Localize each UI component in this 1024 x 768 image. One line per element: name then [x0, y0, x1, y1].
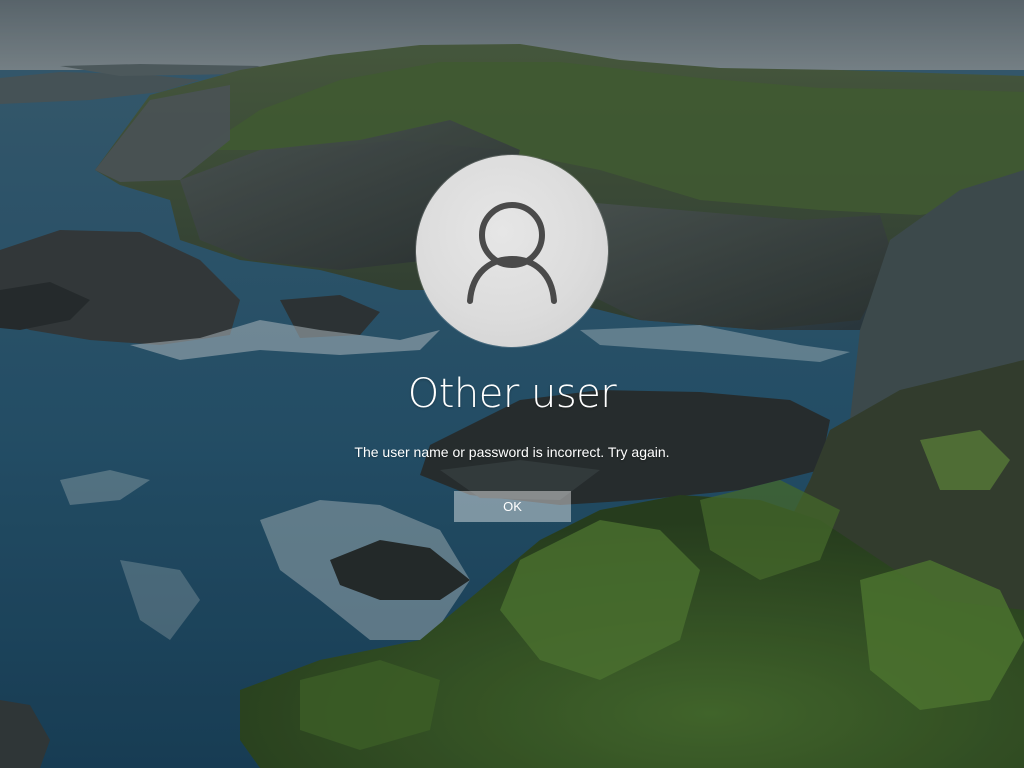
login-error-message: The user name or password is incorrect. …	[354, 444, 670, 460]
ok-button[interactable]: OK	[454, 491, 571, 522]
user-name-label: Other user	[407, 371, 617, 417]
user-silhouette-icon	[467, 202, 557, 304]
user-avatar	[416, 155, 608, 347]
lock-screen: Other user The user name or password is …	[0, 0, 1024, 768]
